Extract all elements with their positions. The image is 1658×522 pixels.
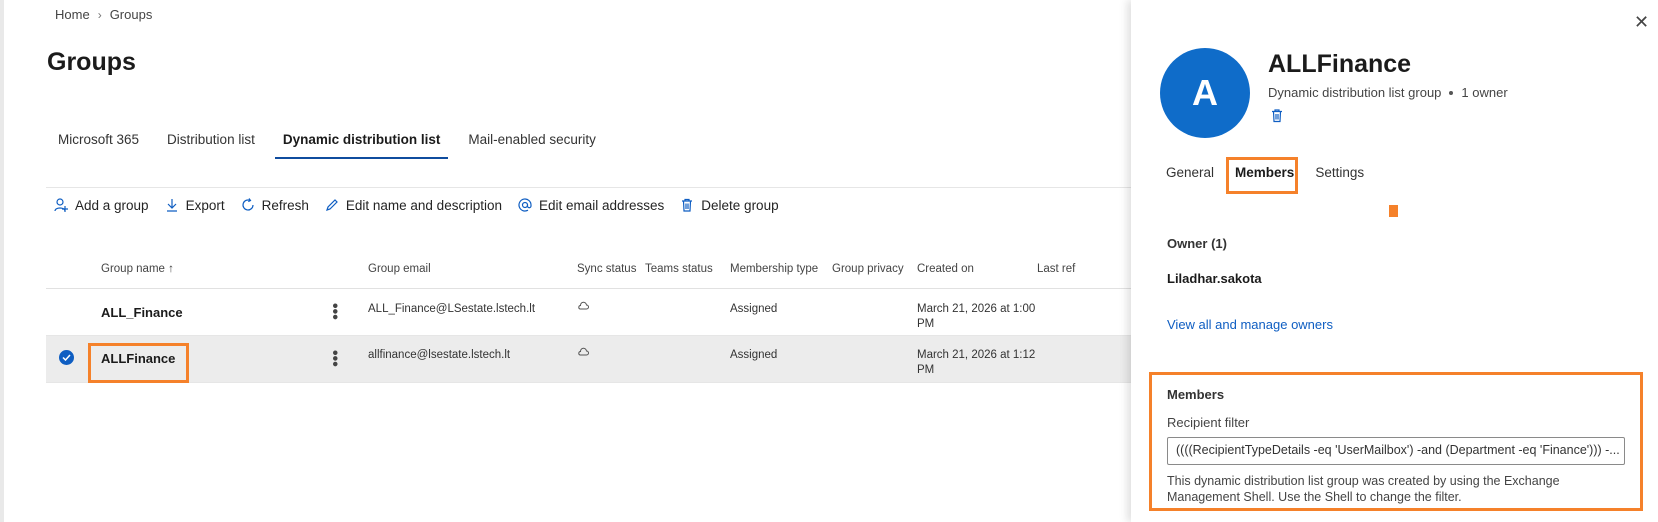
membership-cell: Assigned — [730, 303, 778, 315]
table-row[interactable]: ALL_Finance ••• ALL_Finance@LSestate.lst… — [46, 289, 1131, 336]
created-on-cell: March 21, 2026 at 1:00 — [917, 303, 1036, 315]
col-created-on[interactable]: Created on — [917, 263, 974, 275]
groups-table: Group name ↑ Group email Sync status Tea… — [46, 253, 1131, 383]
created-on-cell-line2: PM — [917, 364, 935, 376]
cloud-icon — [577, 347, 589, 360]
col-group-email[interactable]: Group email — [368, 263, 431, 275]
more-options-icon[interactable]: ••• — [326, 350, 343, 367]
edit-email-label: Edit email addresses — [538, 197, 665, 213]
created-on-cell-line2: PM — [917, 318, 935, 330]
refresh-button[interactable]: Refresh — [240, 197, 309, 213]
col-group-privacy[interactable]: Group privacy — [832, 263, 904, 275]
tab-dynamic-distribution-list[interactable]: Dynamic distribution list — [271, 130, 453, 159]
chevron-right-icon: › — [97, 7, 102, 22]
owner-section-label: Owner (1) — [1167, 236, 1227, 251]
table-row[interactable]: ALLFinance ••• allfinance@lsestate.lstec… — [46, 336, 1131, 383]
group-type-tabs: Microsoft 365 Distribution list Dynamic … — [46, 130, 612, 159]
group-type-label: Dynamic distribution list group — [1268, 85, 1442, 100]
recipient-filter-field[interactable]: ((((RecipientTypeDetails -eq 'UserMailbo… — [1167, 437, 1625, 465]
edit-email-button[interactable]: Edit email addresses — [517, 197, 664, 213]
filter-note: This dynamic distribution list group was… — [1167, 474, 1560, 504]
highlight-members-tab — [1226, 157, 1298, 194]
main-area: Home › Groups Groups Microsoft 365 Distr… — [0, 0, 1131, 522]
col-last-refreshed[interactable]: Last ref — [1037, 263, 1075, 275]
created-on-cell: March 21, 2026 at 1:12 — [917, 349, 1036, 361]
col-group-name[interactable]: Group name ↑ — [101, 263, 174, 275]
col-sync-status[interactable]: Sync status — [577, 263, 636, 275]
export-button[interactable]: Export — [164, 197, 225, 213]
at-sign-icon — [518, 198, 532, 212]
tab-microsoft-365[interactable]: Microsoft 365 — [46, 130, 151, 159]
membership-cell: Assigned — [730, 349, 778, 361]
sort-up-icon: ↑ — [168, 263, 174, 275]
close-icon[interactable]: ✕ — [1634, 12, 1649, 33]
owner-count: 1 owner — [1461, 85, 1508, 100]
separator-dot — [1449, 90, 1454, 95]
panel-title: ALLFinance — [1268, 50, 1412, 78]
panel-subtitle: Dynamic distribution list group 1 owner — [1268, 85, 1508, 100]
owner-name: Liladhar.sakota — [1167, 271, 1262, 286]
tab-mail-enabled-security[interactable]: Mail-enabled security — [456, 130, 608, 159]
pencil-icon — [325, 199, 338, 211]
left-edge — [0, 0, 4, 522]
annotation-mark — [1389, 205, 1398, 217]
breadcrumb-home[interactable]: Home — [55, 7, 90, 22]
trash-icon[interactable] — [1270, 108, 1284, 128]
export-label: Export — [185, 197, 225, 213]
breadcrumb: Home › Groups — [55, 7, 152, 22]
page-title: Groups — [47, 48, 136, 76]
table-header: Group name ↑ Group email Sync status Tea… — [46, 253, 1131, 289]
cloud-icon — [577, 301, 589, 314]
tab-general[interactable]: General — [1166, 165, 1214, 180]
add-person-icon — [54, 198, 68, 212]
add-group-label: Add a group — [75, 197, 149, 213]
delete-group-button[interactable]: Delete group — [679, 197, 779, 213]
group-name-cell[interactable]: ALL_Finance — [101, 305, 183, 320]
highlight-selected-group — [88, 343, 189, 383]
breadcrumb-current: Groups — [109, 7, 153, 22]
recipient-filter-label: Recipient filter — [1167, 415, 1250, 430]
tab-settings[interactable]: Settings — [1315, 165, 1364, 180]
members-section-label: Members — [1167, 387, 1225, 402]
checkmark-icon[interactable] — [59, 350, 74, 365]
refresh-label: Refresh — [261, 197, 309, 213]
edit-name-button[interactable]: Edit name and description — [324, 197, 502, 213]
view-owners-link[interactable]: View all and manage owners — [1167, 317, 1333, 332]
avatar: A — [1160, 48, 1250, 138]
download-icon — [166, 199, 177, 212]
toolbar: Add a group Export Refresh Edit name and… — [53, 197, 794, 213]
edit-name-label: Edit name and description — [345, 197, 502, 213]
col-teams-status[interactable]: Teams status — [645, 263, 713, 275]
refresh-icon — [242, 198, 254, 211]
tab-distribution-list[interactable]: Distribution list — [155, 130, 267, 159]
tabs-divider — [46, 187, 1131, 188]
group-email-cell: ALL_Finance@LSestate.lstech.lt — [368, 303, 536, 315]
group-email-cell: allfinance@lsestate.lstech.lt — [368, 349, 511, 361]
trash-icon — [682, 198, 693, 212]
more-options-icon[interactable]: ••• — [326, 303, 343, 320]
col-membership-type[interactable]: Membership type — [730, 263, 818, 275]
add-group-button[interactable]: Add a group — [53, 197, 149, 213]
delete-group-label: Delete group — [701, 197, 779, 213]
